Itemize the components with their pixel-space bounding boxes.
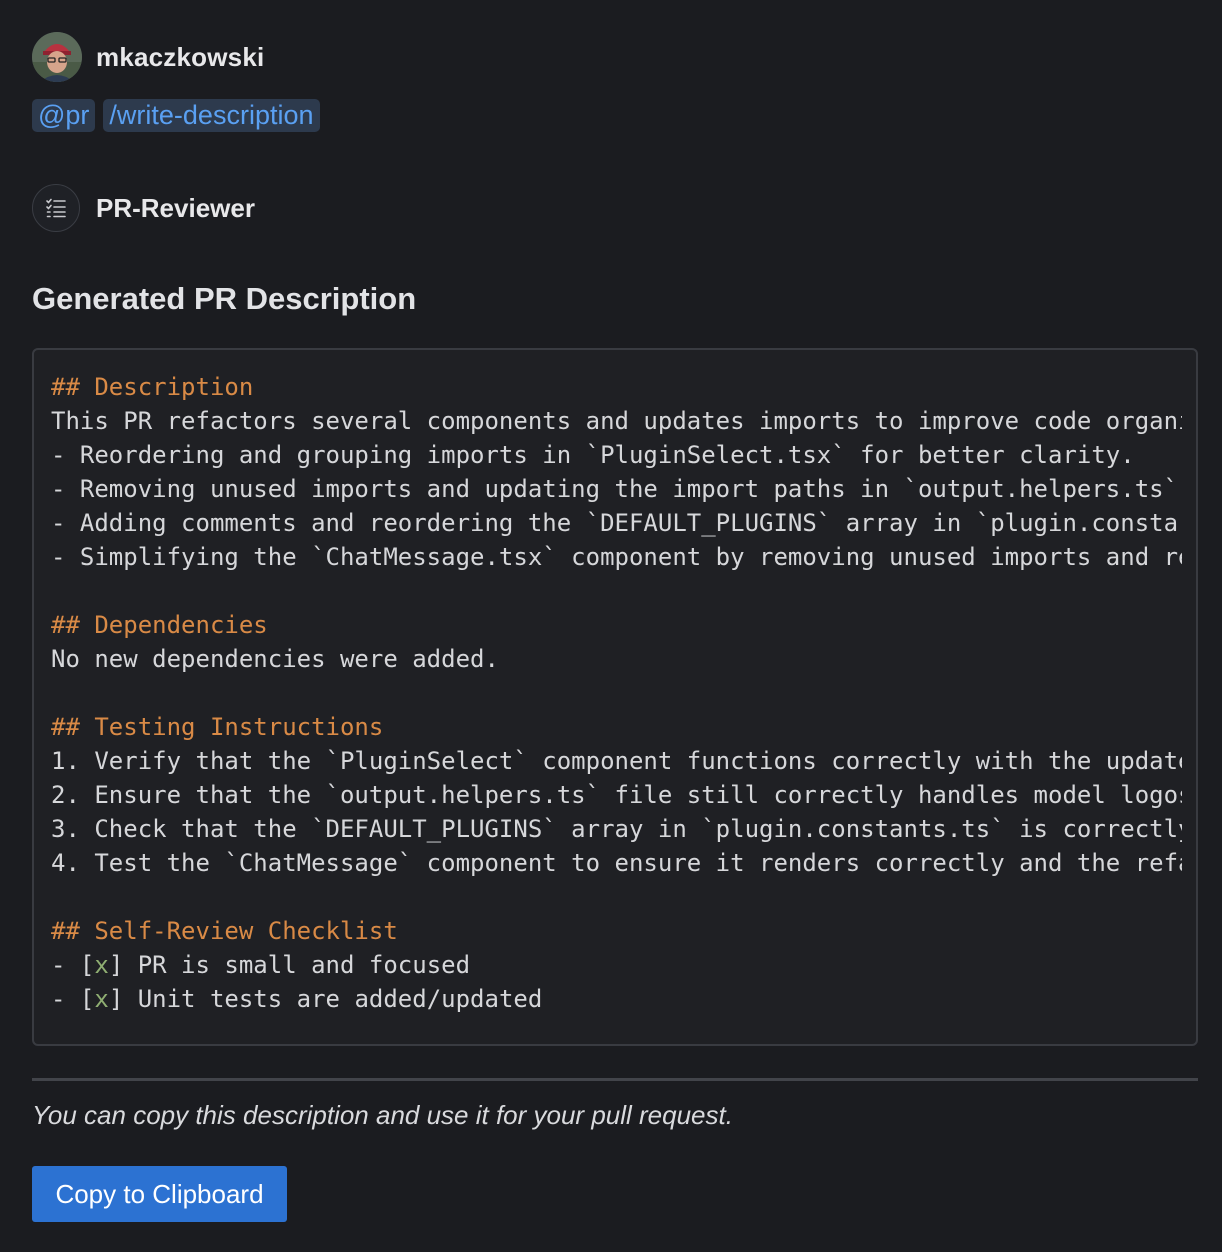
code-line: ## Self-Review Checklist bbox=[51, 914, 1182, 948]
code-line: ## Description bbox=[51, 370, 1182, 404]
code-text: No new dependencies were added. bbox=[51, 645, 499, 673]
checklist-prefix: - [ bbox=[51, 951, 95, 979]
checklist-mark: x bbox=[94, 985, 109, 1013]
code-text: This PR refactors several components and… bbox=[51, 407, 1182, 435]
code-line: - [x] Unit tests are added/updated bbox=[51, 982, 1182, 1016]
code-line: 2. Ensure that the `output.helpers.ts` f… bbox=[51, 778, 1182, 812]
code-text: 1. Verify that the `PluginSelect` compon… bbox=[51, 747, 1182, 775]
divider bbox=[32, 1078, 1198, 1081]
code-heading: ## Testing Instructions bbox=[51, 713, 384, 741]
code-line: ## Testing Instructions bbox=[51, 710, 1182, 744]
bot-author: PR-Reviewer bbox=[32, 183, 255, 233]
code-block: ## Description This PR refactors several … bbox=[32, 348, 1198, 1046]
user-avatar[interactable] bbox=[32, 32, 82, 82]
mention-write-description[interactable]: /write-description bbox=[103, 99, 320, 132]
username[interactable]: mkaczkowski bbox=[96, 42, 264, 73]
code-content: ## Description This PR refactors several … bbox=[51, 370, 1182, 1016]
checklist-icon bbox=[32, 184, 80, 232]
checklist-prefix: - [ bbox=[51, 985, 95, 1013]
code-line: - [x] PR is small and focused bbox=[51, 948, 1182, 982]
copy-to-clipboard-button[interactable]: Copy to Clipboard bbox=[32, 1166, 287, 1222]
code-text: - Simplifying the `ChatMessage.tsx` comp… bbox=[51, 543, 1182, 571]
code-line: - Removing unused imports and updating t… bbox=[51, 472, 1182, 506]
message-author: mkaczkowski bbox=[32, 31, 264, 83]
code-line: No new dependencies were added. bbox=[51, 642, 1182, 676]
code-heading: ## Dependencies bbox=[51, 611, 268, 639]
checklist-mark: x bbox=[94, 951, 109, 979]
code-line: 1. Verify that the `PluginSelect` compon… bbox=[51, 744, 1182, 778]
copy-hint: You can copy this description and use it… bbox=[32, 1100, 733, 1130]
code-line: This PR refactors several components and… bbox=[51, 404, 1182, 438]
code-text: 3. Check that the `DEFAULT_PLUGINS` arra… bbox=[51, 815, 1182, 843]
code-line: - Simplifying the `ChatMessage.tsx` comp… bbox=[51, 540, 1182, 574]
command-mentions: @pr /write-description bbox=[32, 99, 320, 132]
checklist-text: ] Unit tests are added/updated bbox=[108, 985, 543, 1013]
code-text: - Adding comments and reordering the `DE… bbox=[51, 509, 1182, 537]
section-title: Generated PR Description bbox=[32, 281, 417, 316]
code-heading: ## Description bbox=[51, 373, 254, 401]
code-text: - Removing unused imports and updating t… bbox=[51, 475, 1182, 503]
code-text: 2. Ensure that the `output.helpers.ts` f… bbox=[51, 781, 1182, 809]
mention-pr[interactable]: @pr bbox=[32, 99, 96, 132]
code-text: 4. Test the `ChatMessage` component to e… bbox=[51, 849, 1182, 877]
code-line: 3. Check that the `DEFAULT_PLUGINS` arra… bbox=[51, 812, 1182, 846]
code-line: 4. Test the `ChatMessage` component to e… bbox=[51, 846, 1182, 880]
checklist-text: ] PR is small and focused bbox=[108, 951, 471, 979]
code-line: - Reordering and grouping imports in `Pl… bbox=[51, 438, 1182, 472]
code-line: ## Dependencies bbox=[51, 608, 1182, 642]
code-text: - Reordering and grouping imports in `Pl… bbox=[51, 441, 1135, 469]
code-line: - Adding comments and reordering the `DE… bbox=[51, 506, 1182, 540]
code-heading: ## Self-Review Checklist bbox=[51, 917, 398, 945]
bot-name: PR-Reviewer bbox=[96, 192, 255, 223]
